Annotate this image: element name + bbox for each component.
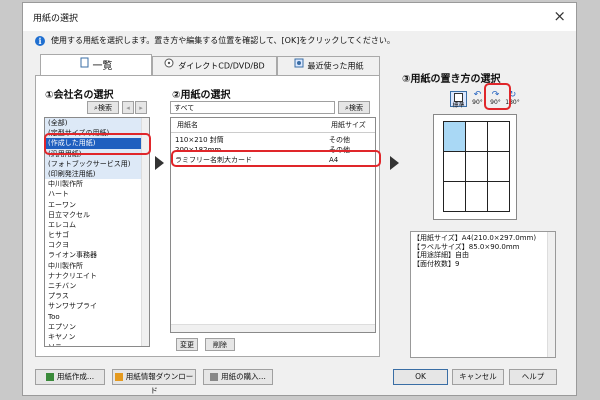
paper-filter-value: すべて xyxy=(174,104,195,112)
ok-button[interactable]: OK xyxy=(393,369,448,385)
label-cell xyxy=(443,151,466,182)
company-list-item[interactable]: コクヨ xyxy=(45,240,149,250)
company-list-item[interactable]: ハート xyxy=(45,189,149,199)
create-paper-label: 用紙作成... xyxy=(56,372,95,381)
delete-button[interactable]: 削除 xyxy=(205,338,235,351)
orientation-highlight-box xyxy=(484,83,511,110)
company-list-item[interactable]: ニチバン xyxy=(45,281,149,291)
next-arrow-icon xyxy=(155,156,164,170)
company-list-item[interactable]: ソニー xyxy=(45,342,149,346)
company-list-item[interactable]: ライオン事務器 xyxy=(45,250,149,260)
label-cell xyxy=(443,121,466,152)
help-button[interactable]: ヘルプ xyxy=(509,369,557,385)
info-message: i 使用する用紙を選択します。置き方や編集する位置を確認して、[OK]をクリックし… xyxy=(35,35,395,46)
paper-size: その他 xyxy=(329,136,350,144)
paper-highlight-box xyxy=(171,150,381,167)
close-icon[interactable]: × xyxy=(553,7,566,25)
create-paper-button[interactable]: 用紙作成... xyxy=(35,369,105,385)
label-cell xyxy=(487,121,510,152)
right-arrow-icon: ▸ xyxy=(139,104,143,112)
detail-line: 【面付枚数】9 xyxy=(413,259,460,268)
company-list-item[interactable]: ヒサゴ xyxy=(45,230,149,240)
paper-list-row[interactable]: 110×210 封筒 その他 xyxy=(171,135,375,145)
company-list-item[interactable]: サンワサプライ xyxy=(45,301,149,311)
cart-icon xyxy=(210,373,219,381)
company-search-button[interactable]: ⌕検索 xyxy=(87,101,119,114)
title-bar: 用紙の選択 × xyxy=(23,3,576,31)
recent-paper-icon xyxy=(294,57,304,75)
info-text: 使用する用紙を選択します。置き方や編集する位置を確認して、[OK]をクリックして… xyxy=(51,36,395,45)
company-list-item[interactable]: 中川製作所 xyxy=(45,179,149,189)
paper-details-box: 【用紙サイズ】A4(210.0×297.0mm) 【ラベルサイズ】85.0×90… xyxy=(410,231,556,358)
tab-list[interactable]: 一覧 xyxy=(40,54,152,76)
paper-heading: ②用紙の選択 xyxy=(172,90,231,101)
label-cell xyxy=(465,121,488,152)
label-layout-preview xyxy=(433,114,517,220)
label-cell xyxy=(487,151,510,182)
paper-search-button[interactable]: ⌕検索 xyxy=(338,101,370,114)
company-list-item[interactable]: プラス xyxy=(45,291,149,301)
detail-line: 【用途詳細】自由 xyxy=(413,251,469,259)
download-paper-info-button[interactable]: 用紙情報ダウンロード xyxy=(112,369,196,395)
detail-line: 【ラベルサイズ】85.0×90.0mm xyxy=(413,242,520,251)
paper-list-header: 用紙名 用紙サイズ xyxy=(171,118,375,133)
orientation-standard[interactable]: 標準 xyxy=(450,91,467,109)
label-cell xyxy=(487,181,510,212)
left-arrow-icon: ◂ xyxy=(126,104,130,112)
window-title: 用紙の選択 xyxy=(33,14,79,24)
label-cell xyxy=(443,181,466,212)
paper-search-label: 検索 xyxy=(348,104,363,112)
orientation-standard-label: 標準 xyxy=(452,102,465,109)
cancel-button[interactable]: キャンセル xyxy=(452,369,504,385)
column-size: 用紙サイズ xyxy=(331,121,366,129)
paper-name: 110×210 封筒 xyxy=(175,136,224,144)
details-scrollbar[interactable] xyxy=(547,232,555,357)
tab-recent-label: 最近使った用紙 xyxy=(307,61,364,71)
company-list-item[interactable]: (印刷発注用紙) xyxy=(45,168,149,180)
company-list-item[interactable]: (フォトブックサービス用) xyxy=(45,158,149,169)
change-button[interactable]: 変更 xyxy=(176,338,198,351)
company-search-label: 検索 xyxy=(97,104,112,112)
buy-label: 用紙の購入... xyxy=(221,372,266,381)
company-list-item[interactable]: キヤノン xyxy=(45,332,149,342)
company-list-item[interactable]: エプソン xyxy=(45,322,149,332)
company-highlight-box xyxy=(44,133,151,155)
label-cell xyxy=(465,181,488,212)
tab-direct-cd-label: ダイレクトCD/DVD/BD xyxy=(178,61,265,71)
create-paper-icon xyxy=(45,373,54,381)
download-icon xyxy=(114,373,123,381)
tab-recent[interactable]: 最近使った用紙 xyxy=(277,56,380,76)
scroll-left-button[interactable]: ◂ xyxy=(122,101,134,114)
company-list-item[interactable]: 日立マクセル xyxy=(45,210,149,220)
next-arrow-icon xyxy=(390,156,399,170)
paper-list-hscrollbar[interactable] xyxy=(171,324,375,332)
paper-filter-select[interactable]: すべて xyxy=(170,101,335,114)
disc-icon xyxy=(164,57,174,75)
orientation-rotate-left-label: 90° xyxy=(472,99,483,106)
info-icon: i xyxy=(35,35,45,46)
buy-paper-button[interactable]: 用紙の購入... xyxy=(203,369,273,385)
tab-direct-cd[interactable]: ダイレクトCD/DVD/BD xyxy=(152,56,277,76)
label-cell xyxy=(465,151,488,182)
company-list-item[interactable]: エーワン xyxy=(45,200,149,210)
company-heading: ①会社名の選択 xyxy=(45,90,114,101)
company-list-item[interactable]: 中川製作所 xyxy=(45,261,149,271)
document-icon xyxy=(80,55,89,77)
company-list-item[interactable]: エレコム xyxy=(45,220,149,230)
company-list-item[interactable]: Too xyxy=(45,312,149,322)
company-list-item[interactable]: (全部) xyxy=(45,118,149,129)
company-list-item[interactable]: ナナクリエイト xyxy=(45,271,149,281)
detail-line: 【用紙サイズ】A4(210.0×297.0mm) xyxy=(413,234,537,242)
tab-list-label: 一覧 xyxy=(92,61,113,72)
scroll-right-button[interactable]: ▸ xyxy=(135,101,147,114)
column-name: 用紙名 xyxy=(177,121,198,129)
page-icon xyxy=(454,93,463,102)
